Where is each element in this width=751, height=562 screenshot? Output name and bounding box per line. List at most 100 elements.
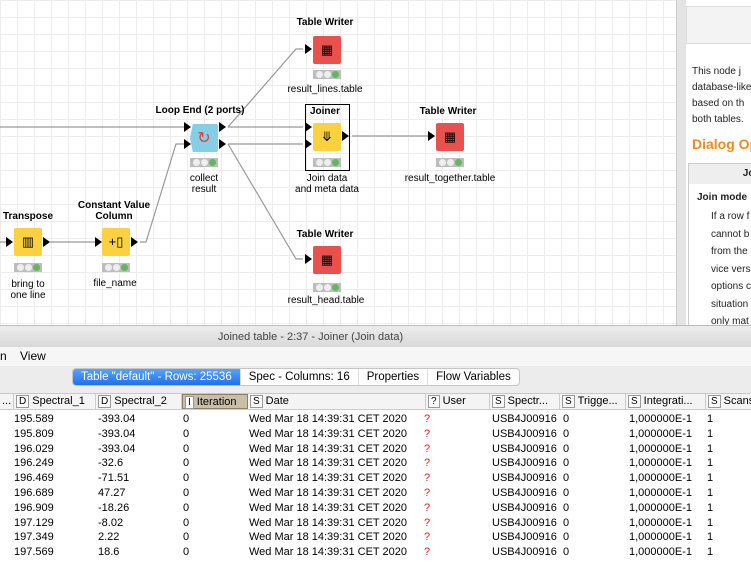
constant-column-icon[interactable]: +▯ [102,228,130,256]
tab-flow-variables[interactable]: Flow Variables [428,369,519,385]
tab-properties[interactable]: Properties [359,369,429,385]
column-header[interactable]: S Integrati... [626,394,706,409]
node-description-panel: This node j database-like based on th both … [686,0,751,325]
table-writer-icon[interactable]: ▦ [313,36,341,64]
transpose-icon[interactable]: ▥ [14,228,42,256]
table-cell: 195.809 [14,427,54,440]
loop-end-icon[interactable]: ↻ [190,124,218,152]
table-cell: 0 [563,487,570,499]
column-name: Spectral_1 [32,395,85,407]
column-name: Spectr... [507,395,549,407]
table-cell: -71.51 [98,472,130,485]
table-cell: 1 [707,516,714,529]
table-cell: 0 [183,516,190,529]
table-cell: 196.909 [14,501,54,514]
column-header[interactable]: I Iteration [182,394,248,409]
column-header[interactable]: ... [0,394,14,409]
port-arrow [131,237,138,247]
column-name: Date [265,395,289,407]
status-lights [436,158,464,167]
table-cell: 197.349 [14,531,54,544]
join-mode-text: If a row f cannot b from the vice vers optio… [711,211,751,325]
column-header[interactable]: ? User [426,394,490,409]
status-lights [313,158,341,167]
tab-spec[interactable]: Spec - Columns: 16 [241,369,359,385]
caption-line: one line [10,290,46,301]
column-header[interactable]: S Trigge... [560,394,626,409]
node-caption[interactable]: result_lines.table [255,84,395,95]
table-row[interactable]: 196.689 47.27 0 Wed Mar 18 14:39:31 CET 202… [0,486,751,501]
table-cell: -393.04 [98,413,136,425]
node-caption[interactable]: result_together.table [380,173,520,184]
dialog-options-heading: Dialog Op [692,136,751,152]
table-writer-icon[interactable]: ▦ [436,123,464,151]
table-cell: 1,000000E-1 [629,546,692,559]
table-cell: 1,000000E-1 [629,442,692,455]
column-header[interactable]: D Spectral_2 [96,394,182,409]
table-cell: 0 [563,472,570,485]
node-caption[interactable]: file_name [45,278,185,289]
column-name: Trigge... [577,395,618,407]
table-cell: 197.129 [14,516,54,529]
caption-line: and meta data [295,184,359,195]
column-header[interactable]: S Spectr... [490,394,560,409]
table-row[interactable]: 196.909 -18.26 0 Wed Mar 18 14:39:31 CET 20… [0,501,751,516]
column-header[interactable]: SScans [706,394,751,409]
table-cell: 196.029 [14,442,54,455]
node-caption[interactable]: Join data and meta data [257,173,397,195]
table-writer-icon[interactable]: ▦ [313,246,341,274]
port-arrow [95,237,102,247]
table-cell: 0 [563,427,570,440]
table-row[interactable]: 197.349 2.22 0 Wed Mar 18 14:39:31 CET 2020… [0,530,751,545]
table-cell: ? [424,442,431,455]
table-row[interactable]: 197.569 18.6 0 Wed Mar 18 14:39:31 CET 2020… [0,545,751,560]
table-cell: -393.04 [98,442,136,455]
panel-splitter[interactable] [676,0,686,325]
table-cell: ? [424,531,431,544]
column-name: Iteration [196,396,237,408]
table-row[interactable]: 196.249 -32.6 0 Wed Mar 18 14:39:31 CET 202… [0,456,751,471]
table-cell: 0 [183,413,190,425]
node-caption[interactable]: collect result [134,173,274,195]
table-cell: 1,000000E-1 [629,531,692,544]
status-lights [190,158,218,167]
menu-item[interactable]: n [0,347,7,366]
table-cell: 0 [563,501,570,514]
table-cell: 1,000000E-1 [629,516,692,529]
table-cell: USB4J00916 [492,501,557,514]
table-row[interactable]: 195.809 -393.04 0 Wed Mar 18 14:39:31 CET 2… [0,427,751,442]
table-cell: 1 [707,442,714,455]
table-cell: 1,000000E-1 [629,457,692,470]
table-cell: 197.569 [14,546,54,559]
table-cell: 196.249 [14,457,54,470]
table-cell: 1 [707,427,714,440]
edge [227,143,303,260]
table-cell: ? [424,516,431,529]
port-arrow [43,237,50,247]
column-header[interactable]: S Date [248,394,426,409]
table-cell: 1 [707,531,714,544]
joiner-icon[interactable]: ⤋ [313,123,341,151]
table-cell: 1,000000E-1 [629,413,692,425]
port-arrow [305,254,312,264]
table-row[interactable]: 195.589 -393.04 0 Wed Mar 18 14:39:31 CET 2… [0,412,751,427]
node-title: Joiner [309,106,340,117]
column-header[interactable]: D Spectral_1 [14,394,96,409]
port-arrow [184,139,191,149]
table-row[interactable]: 197.129 -8.02 0 Wed Mar 18 14:39:31 CET 202… [0,516,751,531]
table-row[interactable]: 196.469 -71.51 0 Wed Mar 18 14:39:31 CET 20… [0,471,751,486]
port-arrow [428,131,435,141]
table-cell: USB4J00916 [492,516,557,529]
table-cell: 195.589 [14,413,54,425]
column-name: Scans [723,395,751,407]
node-caption[interactable]: result_head.table [256,295,396,306]
tab-table[interactable]: Table "default" - Rows: 25536 [73,369,241,385]
column-name: Spectral_2 [114,395,167,407]
status-lights [313,283,341,292]
table-cell: ? [424,501,431,514]
node-title: Table Writer [419,106,477,117]
workflow-canvas[interactable]: Table Writer ▦ result_lines.table Loop E… [0,0,676,325]
table-row[interactable]: 196.029 -393.04 0 Wed Mar 18 14:39:31 CET 2… [0,442,751,457]
menu-item-view[interactable]: View [20,347,46,366]
window-title: Joined table - 2:37 - Joiner (Join data) [0,325,751,347]
